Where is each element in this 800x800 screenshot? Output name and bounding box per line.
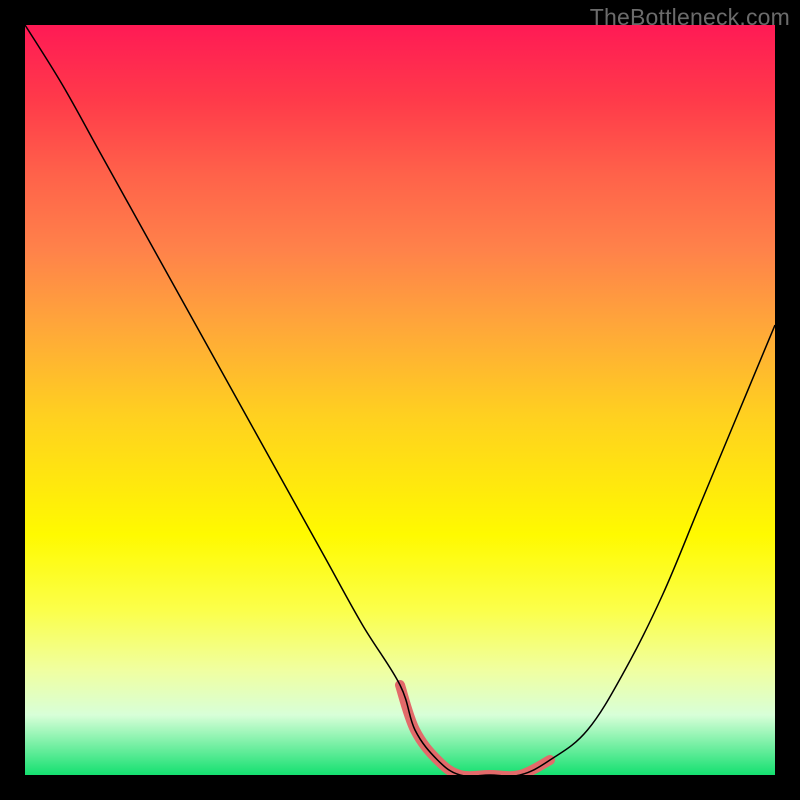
- plot-area: [25, 25, 775, 775]
- chart-frame: TheBottleneck.com: [0, 0, 800, 800]
- bottleneck-curve: [25, 25, 775, 775]
- optimal-range-highlight: [400, 685, 550, 775]
- watermark-text: TheBottleneck.com: [590, 4, 790, 31]
- curve-layer: [25, 25, 775, 775]
